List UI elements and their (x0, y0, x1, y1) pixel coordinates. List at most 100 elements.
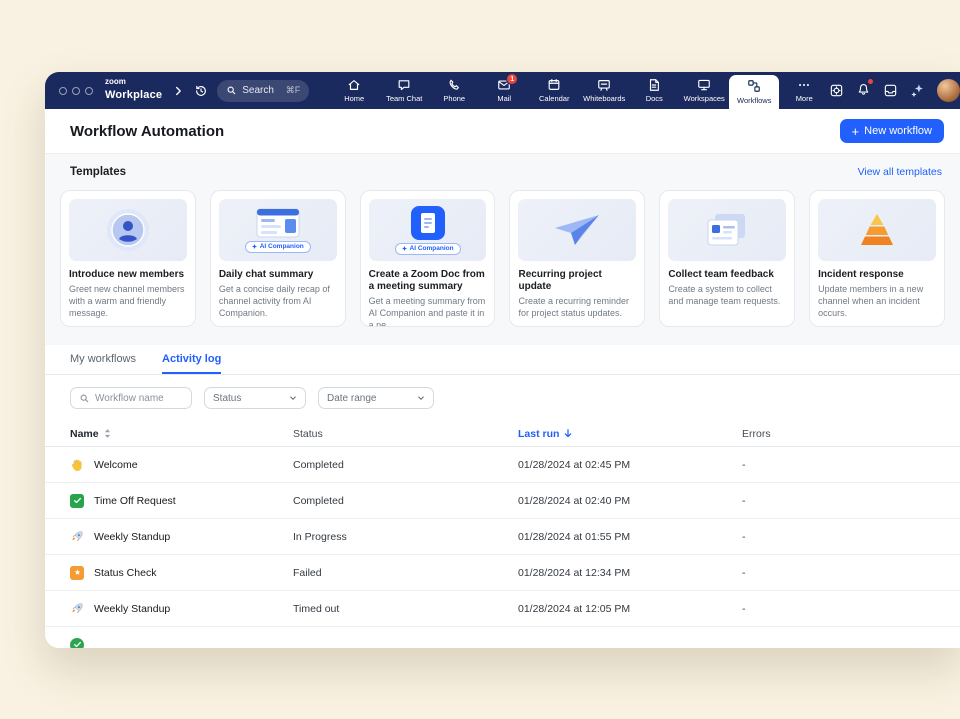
template-title: Introduce new members (69, 269, 187, 281)
window-zoom-button[interactable] (85, 87, 93, 95)
errors-cell: - (742, 603, 960, 615)
new-workflow-button[interactable]: + New workflow (840, 119, 944, 143)
search-input[interactable]: Search ⌘F (217, 80, 309, 102)
tab-activity-log[interactable]: Activity log (162, 353, 221, 374)
nav-item-home[interactable]: Home (329, 72, 379, 109)
activity-log-table: Name Status Last run Errors Welcome Comp… (45, 421, 960, 648)
status-cell: Timed out (293, 603, 518, 615)
rocket-icon (70, 602, 84, 616)
column-header-last-run[interactable]: Last run (518, 428, 742, 440)
tab-my-workflows[interactable]: My workflows (70, 353, 136, 374)
window-close-button[interactable] (59, 87, 67, 95)
nav-item-docs[interactable]: Docs (629, 72, 679, 109)
notification-dot (868, 79, 873, 84)
status-cell: Completed (293, 495, 518, 507)
sparkle-icon (402, 246, 407, 251)
table-row[interactable]: Weekly Standup Timed out 01/28/2024 at 1… (45, 591, 960, 627)
template-description: Get a meeting summary from AI Companion … (369, 296, 487, 327)
plus-icon: + (852, 125, 860, 138)
avatar[interactable] (937, 79, 960, 102)
template-cards: Introduce new members Greet new channel … (60, 190, 945, 327)
last-run-cell: 01/28/2024 at 02:45 PM (518, 459, 742, 471)
nav-item-workspaces[interactable]: Workspaces (679, 72, 729, 109)
nav-item-more[interactable]: More (779, 72, 829, 109)
search-placeholder: Search (242, 85, 274, 96)
workflow-tabs: My workflows Activity log (45, 345, 960, 375)
template-card-incident-response[interactable]: Incident response Update members in a ne… (809, 190, 945, 327)
table-header: Name Status Last run Errors (45, 421, 960, 447)
zoom-workplace-logo: zoom Workplace (105, 78, 162, 103)
templates-title: Templates (70, 166, 126, 178)
docs-icon (647, 78, 661, 92)
nav-item-phone[interactable]: Phone (429, 72, 479, 109)
column-header-status: Status (293, 428, 518, 440)
workflow-name-input[interactable] (95, 393, 181, 404)
vault-icon[interactable] (829, 83, 844, 98)
nav-item-workflows[interactable]: Workflows (729, 75, 779, 109)
status-cell: Completed (293, 459, 518, 471)
zoom-workplace-window: zoom Workplace Search ⌘F Home Team Chat (45, 72, 960, 648)
templates-header: Templates View all templates (60, 166, 945, 178)
errors-cell: - (742, 495, 960, 507)
mail-badge: 1 (506, 73, 518, 85)
filters-bar: Status Date range (45, 375, 960, 421)
window-minimize-button[interactable] (72, 87, 80, 95)
template-card-collect-team-feedback[interactable]: Collect team feedback Create a system to… (659, 190, 795, 327)
clipboard-illustration (668, 199, 786, 261)
pyramid-illustration (818, 199, 936, 261)
template-card-recurring-project-update[interactable]: Recurring project update Create a recurr… (509, 190, 645, 327)
chevron-right-icon[interactable] (171, 84, 185, 98)
template-description: Greet new channel members with a warm an… (69, 284, 187, 320)
workspaces-icon (697, 78, 711, 92)
ai-companion-icon[interactable] (910, 83, 925, 98)
status-filter-dropdown[interactable]: Status (204, 387, 306, 409)
date-range-filter-dropdown[interactable]: Date range (318, 387, 434, 409)
notifications-button[interactable] (856, 81, 871, 101)
column-header-name[interactable]: Name (70, 428, 293, 440)
template-card-daily-chat-summary[interactable]: AI Companion Daily chat summary Get a co… (210, 190, 346, 327)
status-cell: In Progress (293, 531, 518, 543)
window-controls (59, 87, 93, 95)
person-avatar-illustration (69, 199, 187, 261)
workflows-icon (747, 79, 761, 93)
team-chat-icon (397, 78, 411, 92)
template-description: Create a recurring reminder for project … (518, 296, 636, 320)
table-row[interactable]: Weekly Standup In Progress 01/28/2024 at… (45, 519, 960, 555)
nav-item-calendar[interactable]: Calendar (529, 72, 579, 109)
nav-item-team-chat[interactable]: Team Chat (379, 72, 429, 109)
errors-cell: - (742, 567, 960, 579)
zoom-doc-illustration: AI Companion (369, 199, 487, 261)
workflow-name-filter[interactable] (70, 387, 192, 409)
topbar-right (829, 72, 960, 109)
chevron-down-icon (417, 394, 425, 402)
template-card-create-zoom-doc[interactable]: AI Companion Create a Zoom Doc from a me… (360, 190, 496, 327)
home-icon (347, 78, 361, 92)
table-row[interactable]: Status Check Failed 01/28/2024 at 12:34 … (45, 555, 960, 591)
template-title: Daily chat summary (219, 269, 337, 281)
view-all-templates-link[interactable]: View all templates (858, 166, 942, 178)
sort-icon (104, 428, 111, 439)
history-icon[interactable] (194, 84, 208, 98)
errors-cell: - (742, 531, 960, 543)
last-run-cell: 01/28/2024 at 01:55 PM (518, 531, 742, 543)
nav-item-whiteboards[interactable]: Whiteboards (579, 72, 629, 109)
template-title: Recurring project update (518, 269, 636, 293)
table-row[interactable]: Time Off Request Completed 01/28/2024 at… (45, 483, 960, 519)
table-row[interactable]: Welcome Completed 01/28/2024 at 02:45 PM… (45, 447, 960, 483)
last-run-cell: 01/28/2024 at 12:34 PM (518, 567, 742, 579)
search-icon (226, 85, 237, 96)
sparkle-icon (252, 244, 257, 249)
template-card-introduce-new-members[interactable]: Introduce new members Greet new channel … (60, 190, 196, 327)
green-circle-icon (70, 638, 84, 649)
ai-companion-badge: AI Companion (395, 243, 461, 255)
ai-companion-badge: AI Companion (245, 241, 311, 253)
table-row-partial[interactable] (45, 627, 960, 648)
topbar: zoom Workplace Search ⌘F Home Team Chat (45, 72, 960, 109)
status-cell: Failed (293, 567, 518, 579)
nav-item-mail[interactable]: 1 Mail (479, 72, 529, 109)
template-description: Update members in a new channel when an … (818, 284, 936, 320)
check-icon (70, 494, 84, 508)
more-icon (797, 78, 811, 92)
template-description: Create a system to collect and manage te… (668, 284, 786, 308)
inbox-icon[interactable] (883, 83, 898, 98)
